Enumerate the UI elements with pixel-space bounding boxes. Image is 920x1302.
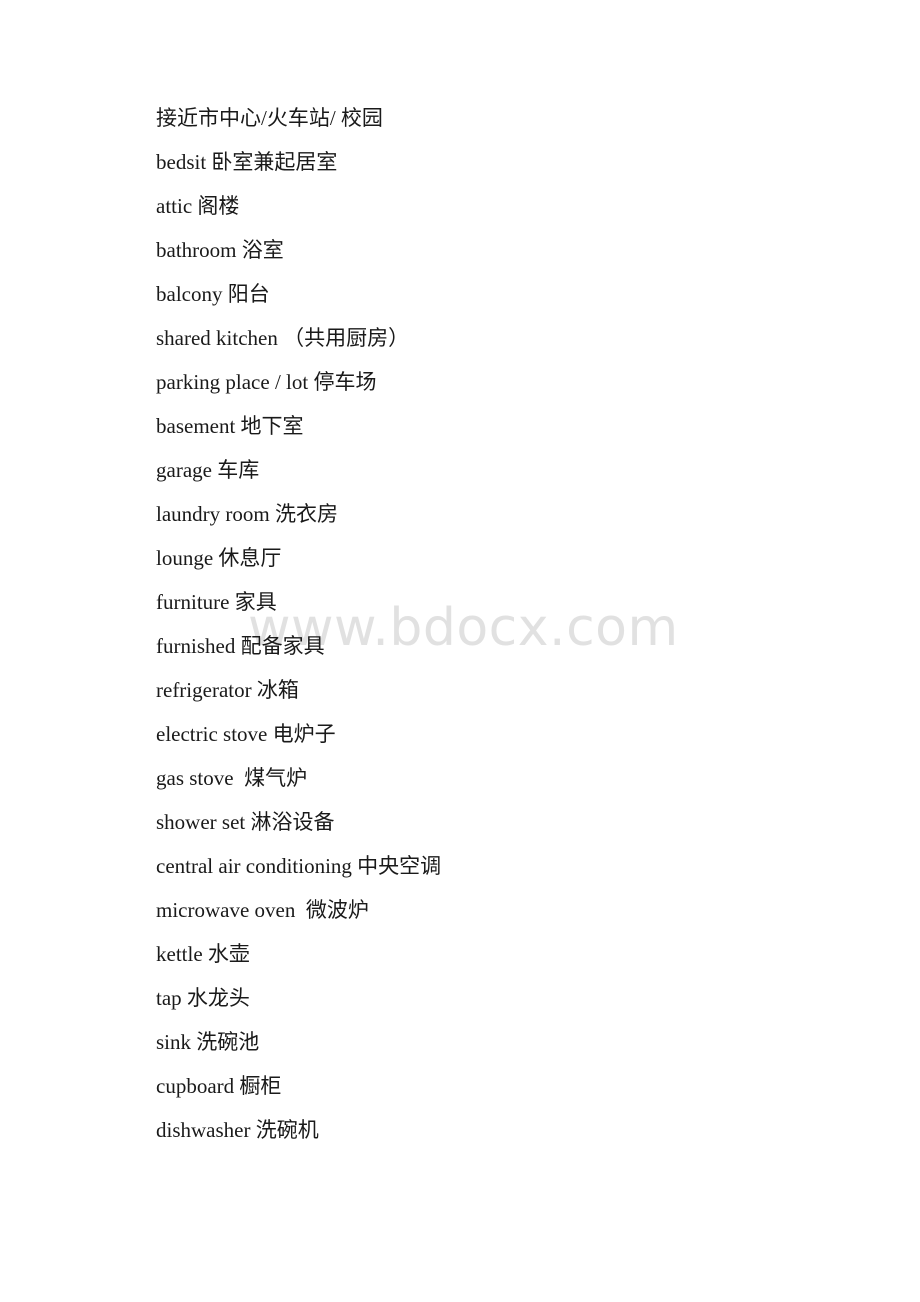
text-line: attic 阁楼 — [156, 194, 240, 218]
text-line: balcony 阳台 — [156, 282, 270, 306]
text-line: microwave oven 微波炉 — [156, 898, 369, 922]
document-text-body: 接近市中心/火车站/ 校园 bedsit 卧室兼起居室 attic 阁楼 bat… — [0, 0, 920, 1152]
text-line: tap 水龙头 — [156, 986, 250, 1010]
text-line: shower set 淋浴设备 — [156, 810, 335, 834]
text-line: lounge 休息厅 — [156, 546, 282, 570]
text-line: furnished 配备家具 — [156, 634, 325, 658]
text-line: furniture 家具 — [156, 590, 277, 614]
text-line: laundry room 洗衣房 — [156, 502, 338, 526]
text-line: shared kitchen （共用厨房） — [156, 326, 410, 350]
text-line: refrigerator 冰箱 — [156, 678, 299, 702]
text-line: 接近市中心/火车站/ 校园 — [156, 106, 383, 130]
text-line: parking place / lot 停车场 — [156, 370, 377, 394]
text-line: sink 洗碗池 — [156, 1030, 260, 1054]
document-page: www.bdocx.com 接近市中心/火车站/ 校园 bedsit 卧室兼起居… — [0, 0, 920, 1302]
text-line: central air conditioning 中央空调 — [156, 854, 442, 878]
text-line: bedsit 卧室兼起居室 — [156, 150, 338, 174]
text-line: garage 车库 — [156, 458, 260, 482]
text-line: dishwasher 洗碗机 — [156, 1118, 319, 1142]
text-line: bathroom 浴室 — [156, 238, 284, 262]
text-line: gas stove 煤气炉 — [156, 766, 308, 790]
text-line: kettle 水壶 — [156, 942, 250, 966]
text-line: electric stove 电炉子 — [156, 722, 336, 746]
text-line: cupboard 橱柜 — [156, 1074, 282, 1098]
text-line: basement 地下室 — [156, 414, 304, 438]
